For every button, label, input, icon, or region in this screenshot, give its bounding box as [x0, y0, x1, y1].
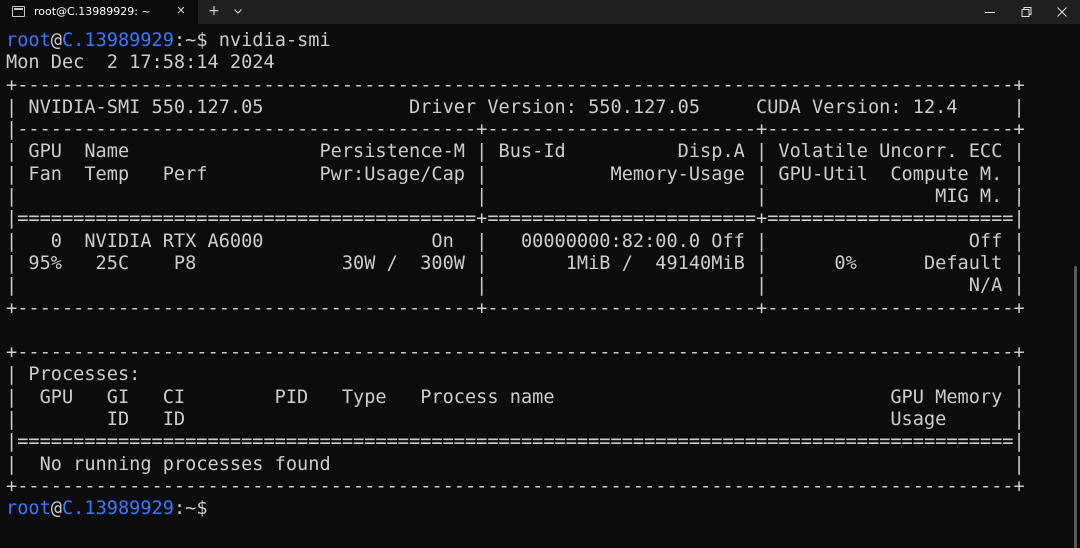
output-line: | ID ID Usage |	[6, 409, 1025, 431]
output-line: | No running processes found |	[6, 453, 1025, 475]
output-line: +---------------------------------------…	[6, 297, 1025, 319]
prompt-host: C.13989929	[61, 30, 174, 51]
prompt: root@C.13989929:~$	[6, 30, 208, 51]
tab-title: root@C.13989929: ~	[34, 5, 151, 18]
output-line: | 95% 25C P8 30W / 300W | 1MiB / 49140Mi…	[6, 252, 1025, 274]
output-line: +---------------------------------------…	[6, 475, 1025, 497]
output-line: | Processes: |	[6, 364, 1025, 386]
close-button[interactable]	[1044, 0, 1080, 24]
output-line: | | | N/A |	[6, 275, 1025, 297]
close-icon: ✕	[176, 4, 186, 17]
prompt-at: @	[50, 30, 62, 51]
prompt-host: C.13989929	[61, 498, 174, 520]
output-line: | 0 NVIDIA RTX A6000 On | 00000000:82:00…	[6, 230, 1025, 252]
output-line: |---------------------------------------…	[6, 119, 1025, 141]
prompt-user: root	[6, 30, 51, 51]
tab-dropdown-button[interactable]	[230, 3, 246, 19]
prompt: root@C.13989929:~$	[6, 498, 208, 519]
chevron-down-icon	[234, 9, 242, 14]
plus-icon: +	[208, 3, 220, 19]
command-text: nvidia-smi	[207, 30, 331, 51]
output-line: | GPU Name Persistence-M | Bus-Id Disp.A…	[6, 141, 1025, 163]
tab-close-button[interactable]: ✕	[173, 3, 189, 19]
prompt-path: :~$	[173, 30, 208, 51]
terminal-text: root@C.13989929:~$ nvidia-smi Mon Dec 2 …	[6, 30, 1025, 521]
new-tab-button[interactable]: +	[206, 3, 222, 19]
output-line: | NVIDIA-SMI 550.127.05 Driver Version: …	[6, 96, 1025, 118]
prompt-at: @	[50, 498, 62, 520]
maximize-button[interactable]	[1008, 0, 1044, 24]
title-bar: root@C.13989929: ~ ✕ +	[0, 0, 1080, 24]
close-icon	[1057, 7, 1067, 17]
minimize-icon	[985, 12, 995, 13]
scrollbar-thumb[interactable]	[1074, 266, 1077, 548]
output-line: |=======================================…	[6, 208, 1025, 230]
restore-icon	[1021, 7, 1032, 17]
terminal-icon	[12, 6, 25, 17]
output-line: | Fan Temp Perf Pwr:Usage/Cap | Memory-U…	[6, 163, 1025, 185]
output-line: |=======================================…	[6, 431, 1025, 453]
terminal-tab[interactable]: root@C.13989929: ~ ✕	[0, 0, 198, 24]
output-line: | GPU GI CI PID Type Process name GPU Me…	[6, 386, 1025, 408]
output-line: | | | MIG M. |	[6, 186, 1025, 208]
output-line: Mon Dec 2 17:58:14 2024	[6, 52, 275, 74]
prompt-path: :~$	[173, 498, 208, 520]
minimize-button[interactable]	[972, 0, 1008, 24]
terminal-output[interactable]: root@C.13989929:~$ nvidia-smi Mon Dec 2 …	[0, 28, 1080, 548]
output-line: +---------------------------------------…	[6, 342, 1025, 364]
prompt-user: root	[6, 498, 51, 520]
output-line: +---------------------------------------…	[6, 74, 1025, 96]
